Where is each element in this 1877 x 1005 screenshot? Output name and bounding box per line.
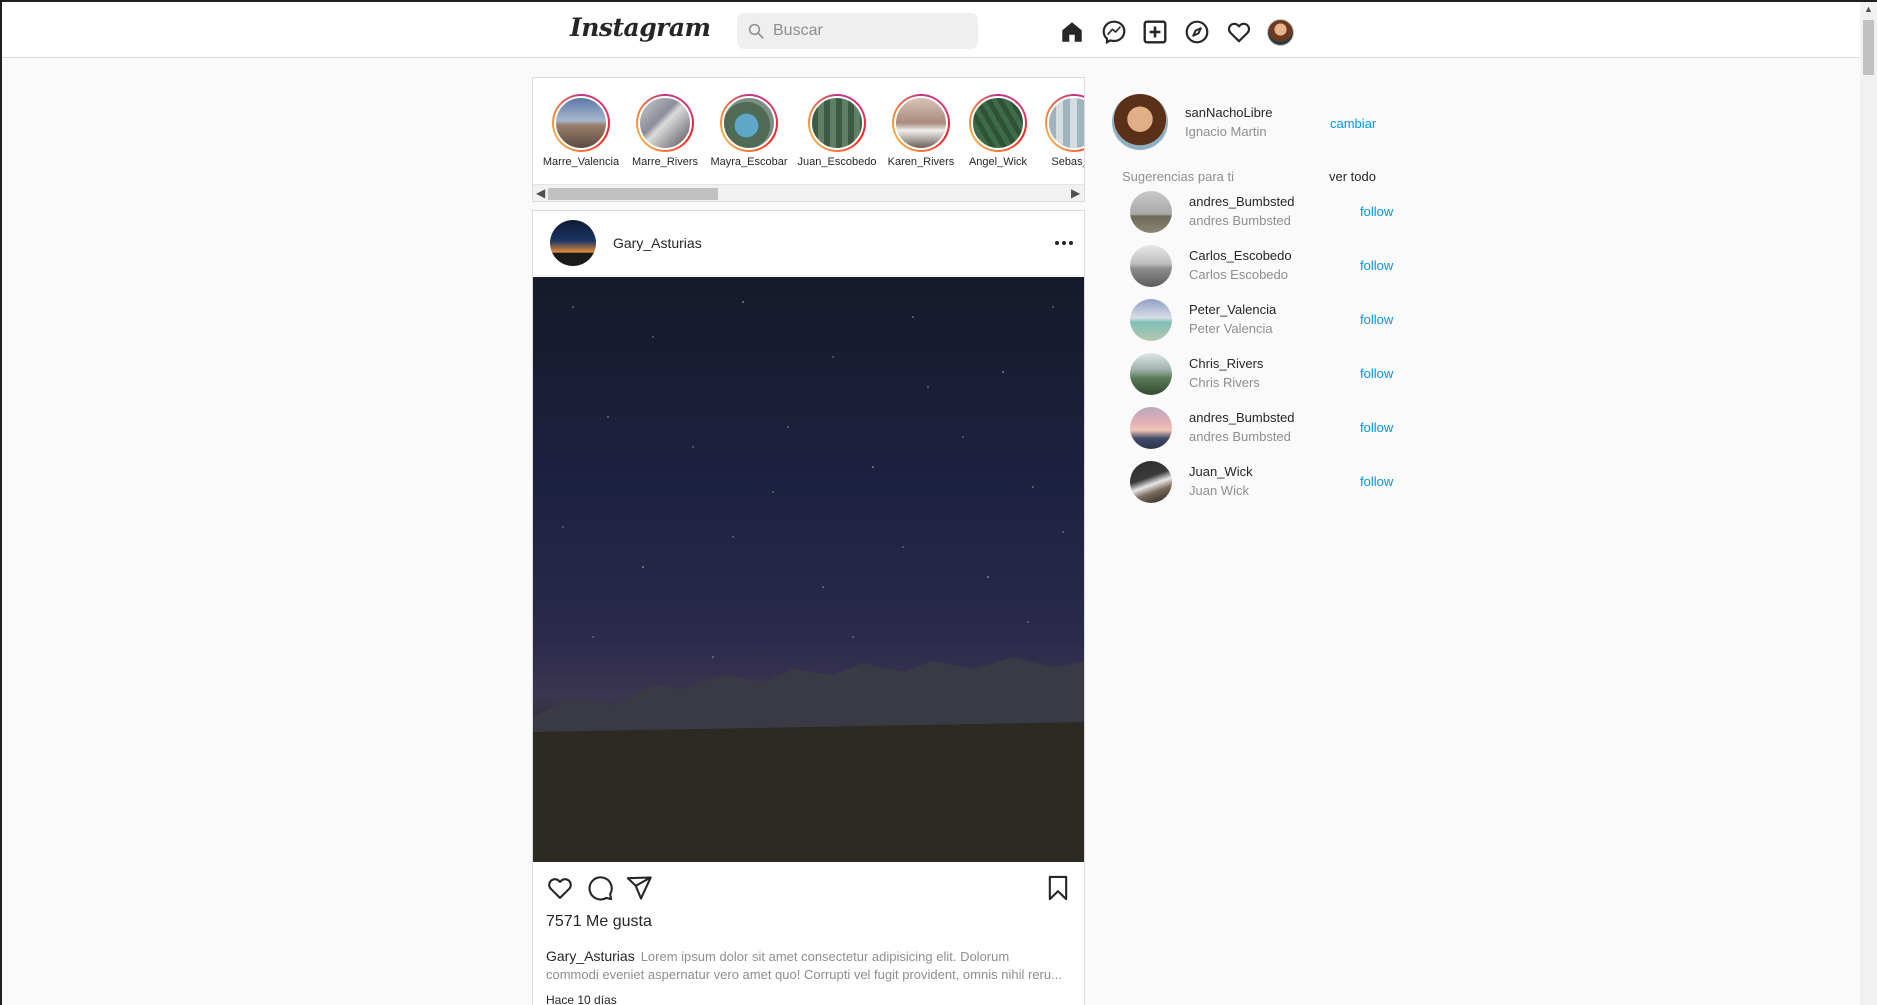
instagram-logo[interactable]: Instagram: [570, 13, 711, 42]
follow-button[interactable]: follow: [1360, 474, 1393, 489]
story-item[interactable]: Angel_Wick: [957, 94, 1039, 168]
save-bookmark-icon[interactable]: [1044, 874, 1072, 902]
story-username: Juan_Escobedo: [797, 156, 877, 168]
switch-account-link[interactable]: cambiar: [1330, 116, 1376, 131]
story-username: Mayra_Escobar: [710, 156, 788, 168]
current-user-fullname: Ignacio Martin: [1185, 124, 1267, 139]
follow-button[interactable]: follow: [1360, 366, 1393, 381]
suggestion-avatar[interactable]: [1130, 191, 1172, 233]
caption-username[interactable]: Gary_Asturias: [546, 948, 635, 964]
story-item[interactable]: Juan_Escobedo: [796, 94, 878, 168]
story-item[interactable]: Mayra_Escobar: [708, 94, 790, 168]
activity-heart-icon[interactable]: [1226, 19, 1252, 45]
current-user-avatar[interactable]: [1112, 94, 1168, 150]
follow-button[interactable]: follow: [1360, 204, 1393, 219]
suggestion-avatar[interactable]: [1130, 299, 1172, 341]
story-username: Angel_Wick: [968, 156, 1028, 168]
stories-tray: Marre_Valencia Marre_Rivers Mayra_Escoba…: [532, 77, 1085, 202]
post-timestamp: Hace 10 días: [546, 993, 617, 1005]
suggestion-username[interactable]: Chris_Rivers: [1189, 356, 1263, 371]
search-input[interactable]: [773, 13, 969, 49]
feed-post: Gary_Asturias 7571 Me gusta Gary_Asturia…: [532, 210, 1085, 1005]
caption-text-line1: Lorem ipsum dolor sit amet consectetur a…: [640, 949, 1010, 964]
suggestion-avatar[interactable]: [1130, 461, 1172, 503]
suggestion-item: Juan_Wick Juan Wick follow: [1130, 461, 1400, 503]
scroll-up-icon[interactable]: ▲: [1864, 4, 1873, 14]
search-icon: [748, 23, 764, 39]
story-avatar: [971, 96, 1025, 150]
suggestion-item: Chris_Rivers Chris Rivers follow: [1130, 353, 1400, 395]
likes-count[interactable]: 7571 Me gusta: [546, 913, 652, 931]
current-user-username[interactable]: sanNachoLibre: [1185, 105, 1272, 120]
suggestion-fullname: andres Bumbsted: [1189, 429, 1291, 444]
suggestion-avatar[interactable]: [1130, 353, 1172, 395]
suggestion-fullname: Chris Rivers: [1189, 375, 1260, 390]
suggestion-username[interactable]: Juan_Wick: [1189, 464, 1253, 479]
new-post-icon[interactable]: [1142, 19, 1168, 45]
story-avatar: [810, 96, 864, 150]
suggestion-username[interactable]: Peter_Valencia: [1189, 302, 1276, 317]
home-icon[interactable]: [1059, 19, 1085, 45]
suggestion-fullname: Carlos Escobedo: [1189, 267, 1288, 282]
suggestion-fullname: Juan Wick: [1189, 483, 1249, 498]
story-avatar: [1047, 96, 1084, 150]
search-box[interactable]: [737, 13, 978, 49]
story-username: Marre_Rivers: [631, 156, 698, 168]
page-scrollbar[interactable]: ▲: [1860, 2, 1877, 1005]
caption-text-line2: commodi eveniet aspernatur vero amet quo…: [546, 967, 1062, 982]
story-avatar: [554, 96, 608, 150]
follow-button[interactable]: follow: [1360, 258, 1393, 273]
post-author-avatar[interactable]: [550, 220, 596, 266]
follow-button[interactable]: follow: [1360, 420, 1393, 435]
suggestion-username[interactable]: andres_Bumbsted: [1189, 194, 1295, 209]
see-all-link[interactable]: ver todo: [1329, 169, 1376, 184]
comment-icon[interactable]: [586, 874, 614, 902]
story-username: Sebas_C: [1051, 156, 1084, 168]
share-send-icon[interactable]: [625, 874, 653, 902]
suggestion-item: andres_Bumbsted andres Bumbsted follow: [1130, 407, 1400, 449]
post-caption: Gary_Asturias Lorem ipsum dolor sit amet …: [546, 947, 1076, 984]
post-actions-bar: [533, 868, 1084, 908]
suggestion-avatar[interactable]: [1130, 407, 1172, 449]
story-avatar: [722, 96, 776, 150]
suggestions-title: Sugerencias para ti: [1122, 169, 1235, 184]
top-navigation-bar: Instagram: [2, 2, 1875, 58]
suggestion-username[interactable]: Carlos_Escobedo: [1189, 248, 1292, 263]
stories-scrollbar[interactable]: ◀ ▶: [533, 184, 1084, 201]
scroll-left-icon[interactable]: ◀: [536, 186, 545, 200]
suggestion-item: Peter_Valencia Peter Valencia follow: [1130, 299, 1400, 341]
post-image[interactable]: [533, 277, 1084, 862]
messenger-icon[interactable]: [1101, 19, 1127, 45]
suggestion-fullname: andres Bumbsted: [1189, 213, 1291, 228]
story-username: Karen_Rivers: [887, 156, 955, 168]
scroll-right-icon[interactable]: ▶: [1071, 186, 1080, 200]
suggestion-item: andres_Bumbsted andres Bumbsted follow: [1130, 191, 1400, 233]
story-item[interactable]: Marre_Rivers: [624, 94, 706, 168]
post-header: Gary_Asturias: [533, 211, 1084, 276]
explore-compass-icon[interactable]: [1184, 19, 1210, 45]
suggestion-item: Carlos_Escobedo Carlos Escobedo follow: [1130, 245, 1400, 287]
story-username: Marre_Valencia: [542, 156, 620, 168]
more-options-icon[interactable]: [1052, 231, 1076, 255]
suggestion-avatar[interactable]: [1130, 245, 1172, 287]
story-item[interactable]: Sebas_C: [1033, 94, 1084, 168]
page-scrollbar-thumb[interactable]: [1863, 20, 1874, 75]
story-item[interactable]: Karen_Rivers: [880, 94, 962, 168]
story-avatar: [638, 96, 692, 150]
post-author-username[interactable]: Gary_Asturias: [613, 235, 702, 251]
profile-avatar[interactable]: [1267, 19, 1294, 46]
follow-button[interactable]: follow: [1360, 312, 1393, 327]
like-heart-icon[interactable]: [546, 874, 574, 902]
suggestion-fullname: Peter Valencia: [1189, 321, 1273, 336]
story-avatar: [894, 96, 948, 150]
suggestion-username[interactable]: andres_Bumbsted: [1189, 410, 1295, 425]
story-item[interactable]: Marre_Valencia: [540, 94, 622, 168]
scrollbar-thumb[interactable]: [548, 188, 718, 200]
